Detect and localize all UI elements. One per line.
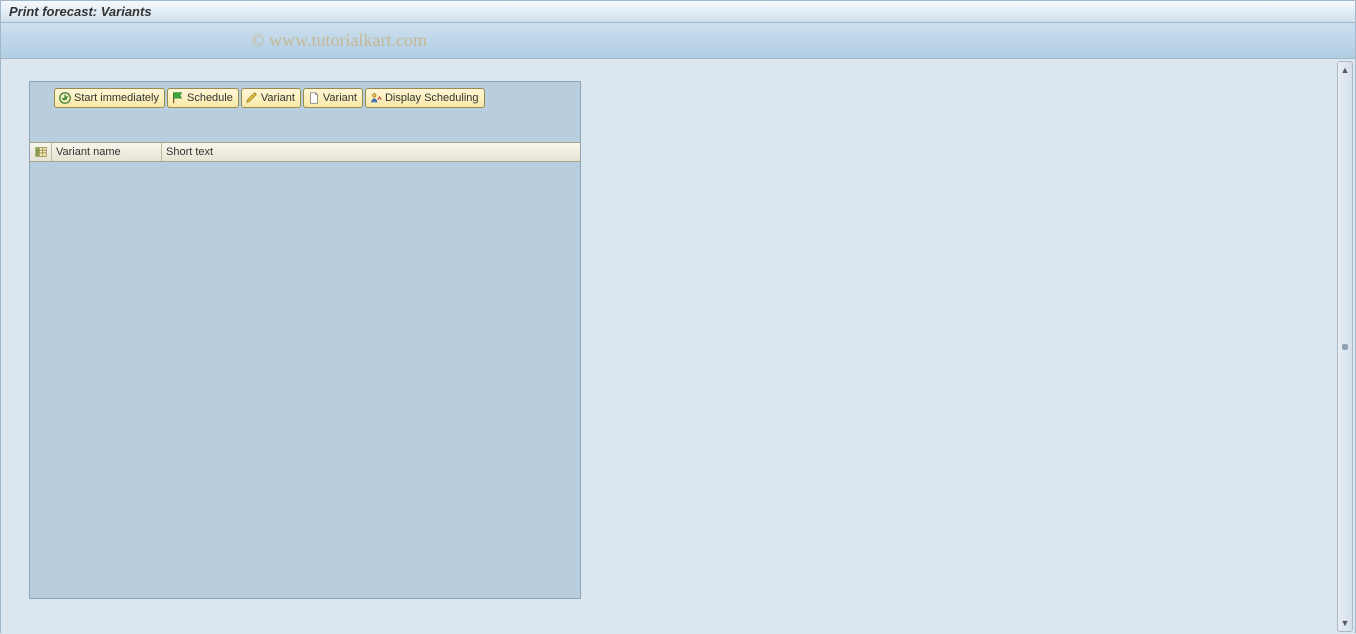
button-label: Variant (261, 92, 295, 104)
scroll-up-button[interactable]: ▲ (1338, 62, 1352, 78)
scroll-thumb[interactable] (1342, 344, 1348, 350)
scroll-down-button[interactable]: ▼ (1338, 615, 1352, 631)
chevron-down-icon: ▼ (1341, 618, 1350, 628)
column-label: Short text (166, 146, 213, 158)
column-header-short-text[interactable]: Short text (162, 143, 376, 161)
button-label: Display Scheduling (385, 92, 479, 104)
person-chart-icon (369, 91, 383, 105)
variant-edit-button[interactable]: Variant (241, 88, 301, 108)
select-all-column[interactable] (30, 143, 52, 161)
flag-icon (171, 91, 185, 105)
vertical-scrollbar[interactable]: ▲ ▼ (1337, 61, 1353, 632)
chevron-up-icon: ▲ (1341, 65, 1350, 75)
start-immediately-button[interactable]: Start immediately (54, 88, 165, 108)
table-select-icon (34, 145, 48, 159)
clock-check-icon (58, 91, 72, 105)
content-area: Start immediately Schedule Variant Varia… (1, 59, 1355, 634)
button-label: Schedule (187, 92, 233, 104)
column-label: Variant name (56, 146, 121, 158)
sub-toolbar: © www.tutorialkart.com (1, 23, 1355, 59)
document-icon (307, 91, 321, 105)
window-title: Print forecast: Variants (9, 4, 152, 19)
variants-panel: Start immediately Schedule Variant Varia… (29, 81, 581, 599)
display-scheduling-button[interactable]: Display Scheduling (365, 88, 485, 108)
variants-table: Variant name Short text (30, 142, 580, 162)
pencil-icon (245, 91, 259, 105)
button-label: Variant (323, 92, 357, 104)
schedule-button[interactable]: Schedule (167, 88, 239, 108)
column-header-variant-name[interactable]: Variant name (52, 143, 162, 161)
button-label: Start immediately (74, 92, 159, 104)
variant-new-button[interactable]: Variant (303, 88, 363, 108)
watermark-text: © www.tutorialkart.com (251, 30, 427, 51)
window-title-bar: Print forecast: Variants (1, 1, 1355, 23)
table-header-row: Variant name Short text (30, 142, 580, 162)
action-button-row: Start immediately Schedule Variant Varia… (30, 82, 580, 114)
